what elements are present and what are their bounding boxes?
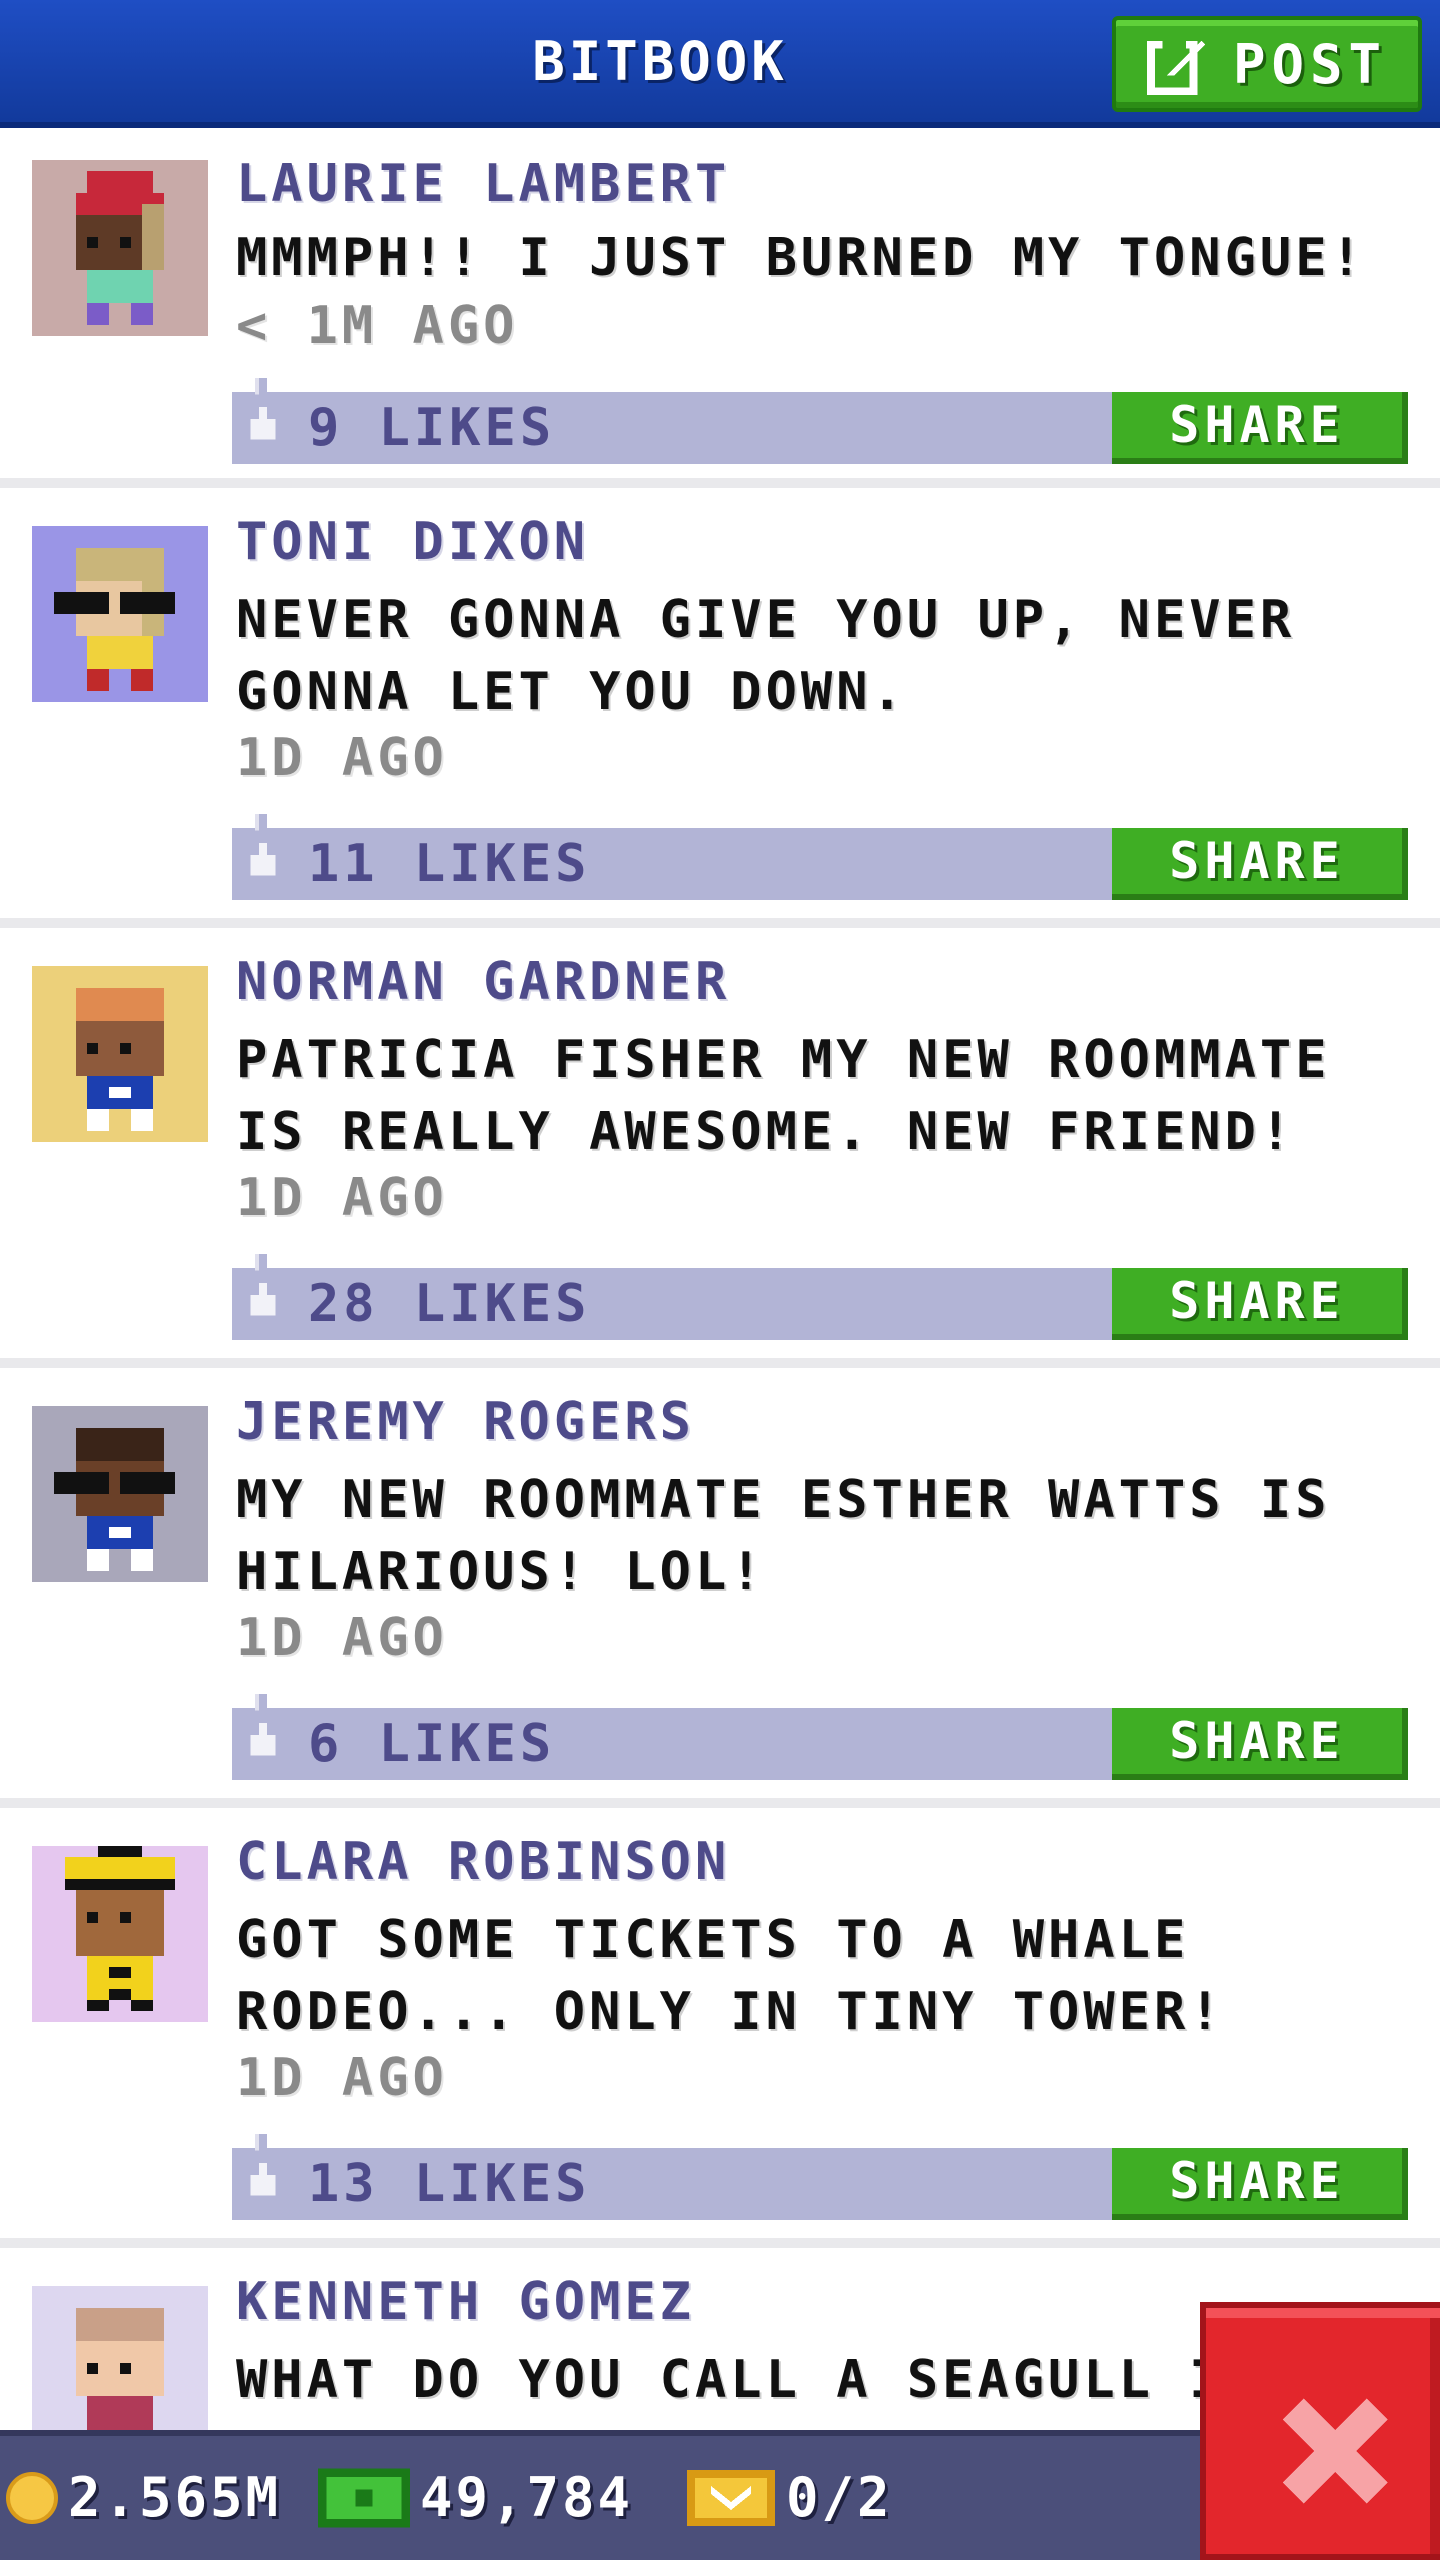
coin-counter: 2.565M [6, 2466, 281, 2529]
post-author[interactable]: JEREMY ROGERS [236, 1392, 695, 1452]
divider [0, 918, 1440, 928]
post-timestamp: < 1M AGO [236, 296, 519, 356]
divider [0, 2238, 1440, 2248]
like-bar[interactable]: 9 LIKES SHARE [232, 378, 1408, 464]
like-bar[interactable]: 11 LIKES SHARE [232, 814, 1408, 900]
avatar[interactable] [32, 966, 208, 1142]
bux-icon [318, 2468, 410, 2527]
post-author[interactable]: NORMAN GARDNER [236, 952, 730, 1012]
post-button[interactable]: POST [1112, 16, 1422, 112]
close-icon [1282, 2398, 1388, 2504]
like-count: 11 LIKES [308, 834, 591, 894]
feed-post: JEREMY ROGERS MY NEW ROOMMATE ESTHER WAT… [0, 1368, 1440, 1808]
share-button[interactable]: SHARE [1112, 2148, 1408, 2220]
feed-post: NORMAN GARDNER PATRICIA FISHER MY NEW RO… [0, 928, 1440, 1368]
post-timestamp: 1D AGO [236, 2048, 448, 2108]
thumbs-up-icon [250, 1254, 276, 1316]
post-author[interactable]: LAURIE LAMBERT [236, 154, 730, 214]
coin-amount: 2.565M [68, 2466, 282, 2529]
thumbs-up-icon [250, 1694, 276, 1756]
like-count: 9 LIKES [308, 398, 556, 458]
like-bar[interactable]: 13 LIKES SHARE [232, 2134, 1408, 2220]
post-message: NEVER GONNA GIVE YOU UP, NEVER GONNA LET… [236, 590, 1296, 722]
avatar[interactable] [32, 1406, 208, 1582]
post-author[interactable]: KENNETH GOMEZ [236, 2272, 695, 2332]
bux-amount: 49,784 [420, 2466, 634, 2529]
bux-counter: 49,784 [318, 2466, 633, 2529]
edit-icon [1146, 36, 1206, 95]
share-button[interactable]: SHARE [1112, 828, 1408, 900]
like-count: 13 LIKES [308, 2154, 591, 2214]
like-bar[interactable]: 28 LIKES SHARE [232, 1254, 1408, 1340]
thumbs-up-icon [250, 814, 276, 876]
post-message: PATRICIA FISHER MY NEW ROOMMATE IS REALL… [236, 1030, 1331, 1162]
post-message: GOT SOME TICKETS TO A WHALE RODEO... ONL… [236, 1910, 1225, 2042]
divider [0, 1358, 1440, 1368]
post-timestamp: 1D AGO [236, 1608, 448, 1668]
post-message: MY NEW ROOMMATE ESTHER WATTS IS HILARIOU… [236, 1470, 1331, 1602]
like-count: 6 LIKES [308, 1714, 556, 1774]
post-timestamp: 1D AGO [236, 1168, 448, 1228]
avatar[interactable] [32, 526, 208, 702]
ticket-counter: 0/2 [686, 2466, 893, 2529]
ticket-amount: 0/2 [786, 2466, 893, 2529]
close-button[interactable] [1200, 2302, 1440, 2560]
share-button[interactable]: SHARE [1112, 1268, 1408, 1340]
share-button[interactable]: SHARE [1112, 392, 1408, 464]
post-feed[interactable]: LAURIE LAMBERT MMMPH!! I JUST BURNED MY … [0, 134, 1440, 2560]
feed-post: LAURIE LAMBERT MMMPH!! I JUST BURNED MY … [0, 134, 1440, 488]
post-button-label: POST [1232, 32, 1388, 96]
post-author[interactable]: TONI DIXON [236, 512, 589, 572]
thumbs-up-icon [250, 2134, 276, 2196]
divider [0, 478, 1440, 488]
avatar[interactable] [32, 1846, 208, 2022]
thumbs-up-icon [250, 378, 276, 440]
share-button[interactable]: SHARE [1112, 1708, 1408, 1780]
like-bar[interactable]: 6 LIKES SHARE [232, 1694, 1408, 1780]
post-message: MMMPH!! I JUST BURNED MY TONGUE! [236, 228, 1366, 288]
ticket-icon [687, 2469, 775, 2526]
avatar[interactable] [32, 160, 208, 336]
post-timestamp: 1D AGO [236, 728, 448, 788]
feed-post: CLARA ROBINSON GOT SOME TICKETS TO A WHA… [0, 1808, 1440, 2248]
top-bar: BITBOOK POST [0, 0, 1440, 128]
post-author[interactable]: CLARA ROBINSON [236, 1832, 730, 1892]
like-count: 28 LIKES [308, 1274, 591, 1334]
feed-post: TONI DIXON NEVER GONNA GIVE YOU UP, NEVE… [0, 488, 1440, 928]
divider [0, 1798, 1440, 1808]
coin-icon [6, 2471, 58, 2524]
